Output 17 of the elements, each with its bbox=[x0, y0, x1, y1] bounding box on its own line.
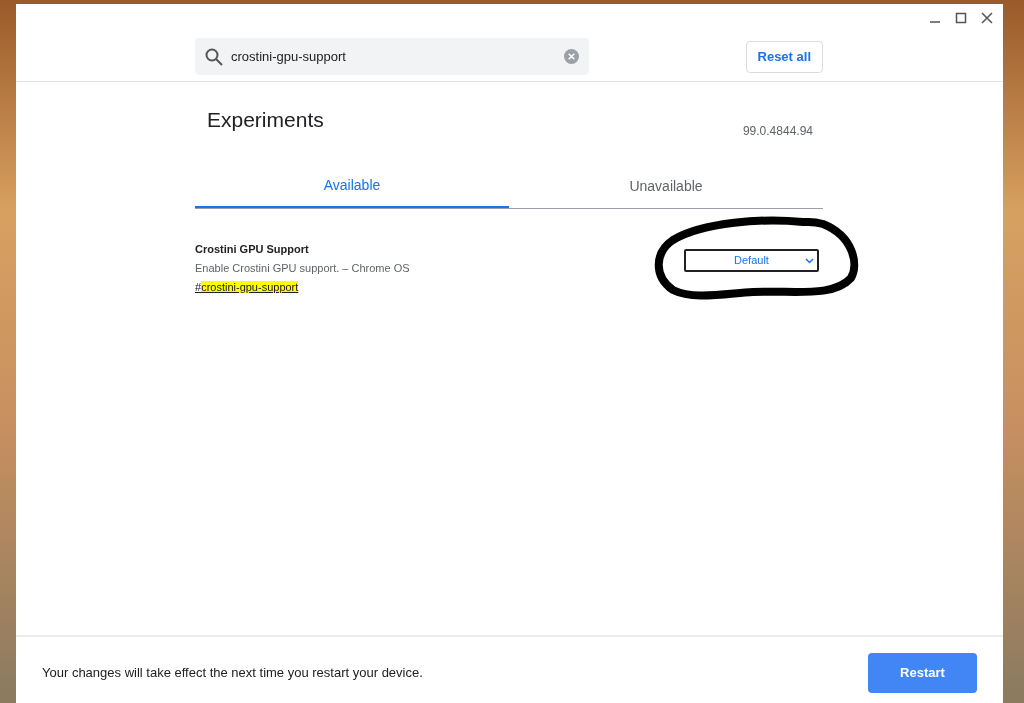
flag-dropdown[interactable]: Default bbox=[684, 248, 819, 272]
clear-icon[interactable] bbox=[564, 49, 579, 64]
page-title: Experiments bbox=[207, 107, 324, 133]
restart-notice: Your changes will take effect the next time you restart your device. bbox=[42, 664, 423, 683]
search-icon bbox=[205, 47, 223, 66]
tab[interactable]: Available bbox=[195, 165, 509, 208]
maximize-icon[interactable] bbox=[955, 12, 967, 24]
restart-button[interactable]: Restart bbox=[868, 653, 977, 693]
search-text: crostini-gpu-support bbox=[231, 47, 347, 66]
caret-icon bbox=[805, 257, 814, 264]
close-icon[interactable] bbox=[981, 12, 993, 24]
flag-description: Enable Crostini GPU support. – Chrome OS bbox=[195, 260, 410, 276]
flag-name: Crostini GPU Support bbox=[195, 241, 310, 257]
version-number: 99.0.4844.94 bbox=[742, 122, 813, 140]
reset-all-button[interactable]: Reset all bbox=[745, 40, 823, 73]
tab[interactable]: Unavailable bbox=[509, 165, 823, 208]
search-field[interactable]: crostini-gpu-support bbox=[195, 38, 589, 75]
